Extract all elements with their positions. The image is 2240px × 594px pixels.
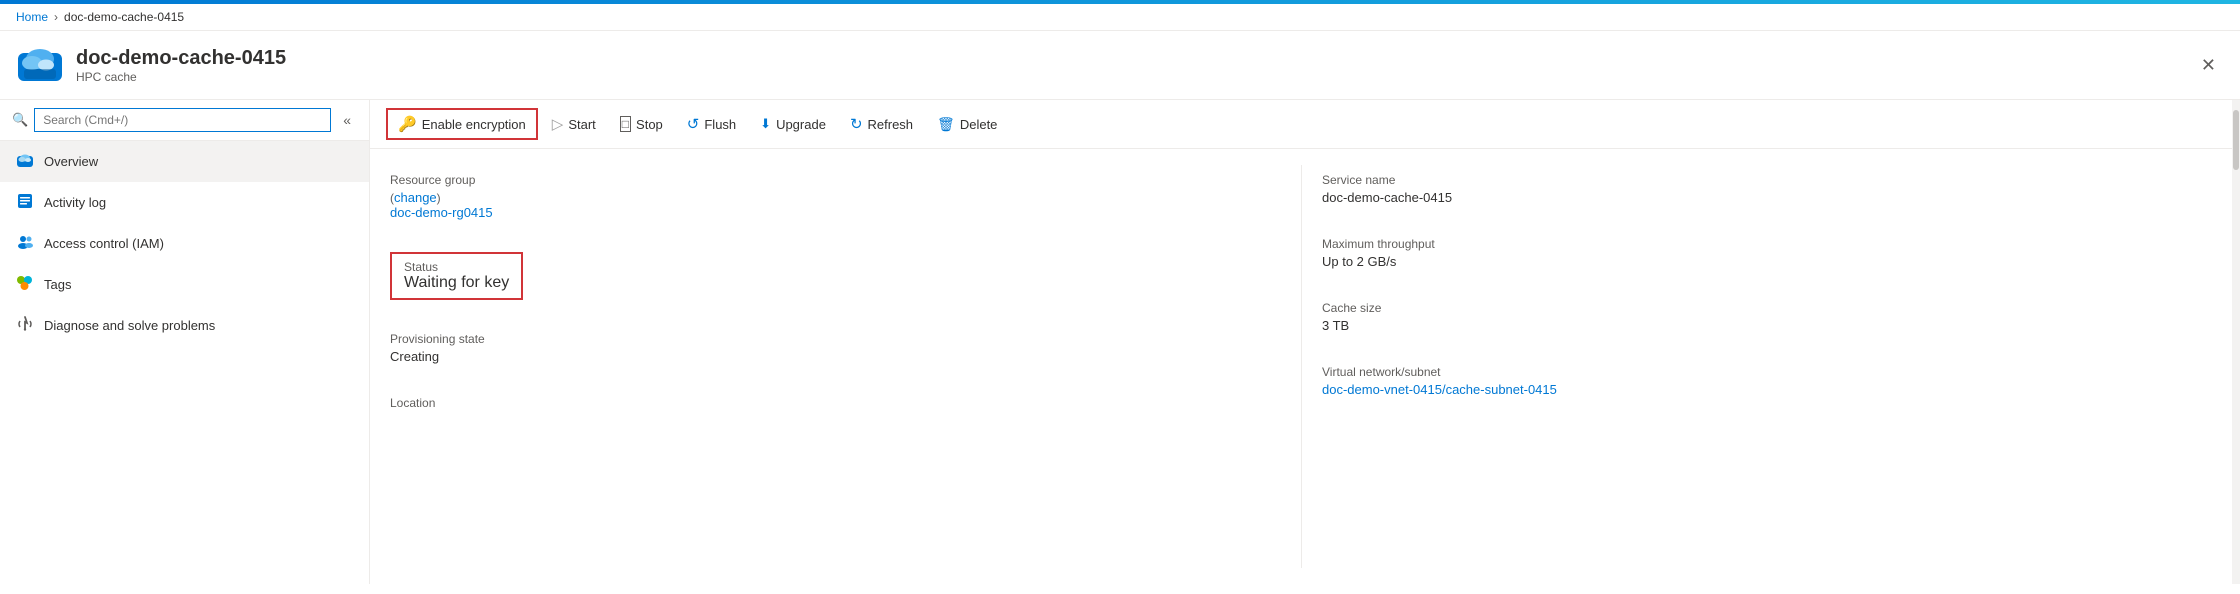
resource-group-label: Resource group: [390, 173, 1241, 187]
max-throughput-label: Maximum throughput: [1322, 237, 2192, 251]
activity-log-label: Activity log: [44, 195, 106, 210]
nav-diagnose[interactable]: Diagnose and solve problems: [0, 305, 369, 346]
nav-overview[interactable]: Overview: [0, 141, 369, 182]
breadcrumb-current: doc-demo-cache-0415: [64, 10, 184, 24]
access-control-label: Access control (IAM): [44, 236, 164, 251]
enable-encryption-label: Enable encryption: [422, 117, 526, 132]
refresh-icon: ↻: [850, 115, 863, 133]
refresh-label: Refresh: [868, 117, 914, 132]
provisioning-value: Creating: [390, 349, 1241, 364]
enable-encryption-button[interactable]: 🔑 Enable encryption: [386, 108, 538, 140]
access-control-icon: [16, 233, 34, 254]
upgrade-icon: ⬇: [760, 116, 771, 132]
virtual-network-value[interactable]: doc-demo-vnet-0415/cache-subnet-0415: [1322, 382, 1557, 397]
start-icon: ▷: [552, 115, 564, 133]
overview-label: Overview: [44, 154, 98, 169]
max-throughput-detail: Maximum throughput Up to 2 GB/s: [1322, 229, 2212, 277]
diagnose-label: Diagnose and solve problems: [44, 318, 215, 333]
upgrade-button[interactable]: ⬇ Upgrade: [750, 111, 836, 137]
status-detail: Status Waiting for key: [390, 244, 1261, 308]
cache-size-detail: Cache size 3 TB: [1322, 293, 2212, 341]
resource-group-value[interactable]: doc-demo-rg0415: [390, 205, 493, 220]
overview-icon: [16, 151, 34, 172]
service-name-label: Service name: [1322, 173, 2192, 187]
start-label: Start: [568, 117, 595, 132]
delete-icon: 🗑: [937, 116, 955, 133]
stop-button[interactable]: □ Stop: [610, 111, 673, 137]
nav-activity-log[interactable]: Activity log: [0, 182, 369, 223]
search-bar: 🔍 «: [0, 100, 369, 141]
delete-label: Delete: [960, 117, 998, 132]
scrollbar-thumb[interactable]: [2233, 110, 2239, 170]
content-area: 🔑 Enable encryption ▷ Start □ Stop ↺ Flu…: [370, 100, 2232, 584]
cache-size-label: Cache size: [1322, 301, 2192, 315]
refresh-button[interactable]: ↻ Refresh: [840, 110, 923, 138]
breadcrumb: Home › doc-demo-cache-0415: [0, 4, 2240, 31]
activity-log-icon: [16, 192, 34, 213]
key-icon: 🔑: [398, 115, 417, 133]
location-detail: Location: [390, 388, 1261, 421]
location-label: Location: [390, 396, 1241, 410]
close-button[interactable]: ✕: [2193, 52, 2224, 78]
resource-icon: [16, 41, 64, 89]
diagnose-icon: [16, 315, 34, 336]
resource-group-change-link[interactable]: change: [394, 190, 437, 205]
flush-label: Flush: [704, 117, 736, 132]
service-name-detail: Service name doc-demo-cache-0415: [1322, 165, 2212, 213]
resource-subtitle: HPC cache: [76, 70, 286, 84]
scrollbar-track[interactable]: [2232, 100, 2240, 584]
max-throughput-value: Up to 2 GB/s: [1322, 254, 2192, 269]
stop-icon: □: [620, 116, 631, 132]
stop-label: Stop: [636, 117, 663, 132]
main-layout: 🔍 « Overview: [0, 100, 2240, 584]
cache-size-value: 3 TB: [1322, 318, 2192, 333]
upgrade-label: Upgrade: [776, 117, 826, 132]
flush-button[interactable]: ↺ Flush: [677, 110, 746, 138]
provisioning-detail: Provisioning state Creating: [390, 324, 1261, 372]
sidebar: 🔍 « Overview: [0, 100, 370, 584]
status-label: Status: [404, 260, 509, 274]
start-button[interactable]: ▷ Start: [542, 110, 606, 138]
flush-icon: ↺: [687, 115, 700, 133]
resource-header: doc-demo-cache-0415 HPC cache ✕: [0, 31, 2240, 100]
virtual-network-label: Virtual network/subnet: [1322, 365, 2192, 379]
resource-title: doc-demo-cache-0415: [76, 47, 286, 70]
virtual-network-detail: Virtual network/subnet doc-demo-vnet-041…: [1322, 357, 2212, 405]
search-icon: 🔍: [12, 112, 28, 128]
provisioning-label: Provisioning state: [390, 332, 1241, 346]
status-value: Waiting for key: [404, 274, 509, 292]
details-grid: Resource group (change) doc-demo-rg0415 …: [370, 149, 2232, 584]
nav-tags[interactable]: Tags: [0, 264, 369, 305]
toolbar: 🔑 Enable encryption ▷ Start □ Stop ↺ Flu…: [370, 100, 2232, 149]
collapse-button[interactable]: «: [337, 110, 357, 130]
tags-label: Tags: [44, 277, 71, 292]
delete-button[interactable]: 🗑 Delete: [927, 111, 1007, 138]
service-name-value: doc-demo-cache-0415: [1322, 190, 2192, 205]
nav-access-control[interactable]: Access control (IAM): [0, 223, 369, 264]
search-input[interactable]: [34, 108, 331, 132]
resource-group-detail: Resource group (change) doc-demo-rg0415: [390, 165, 1261, 228]
breadcrumb-sep: ›: [54, 10, 58, 24]
tags-icon: [16, 274, 34, 295]
breadcrumb-home[interactable]: Home: [16, 10, 48, 24]
